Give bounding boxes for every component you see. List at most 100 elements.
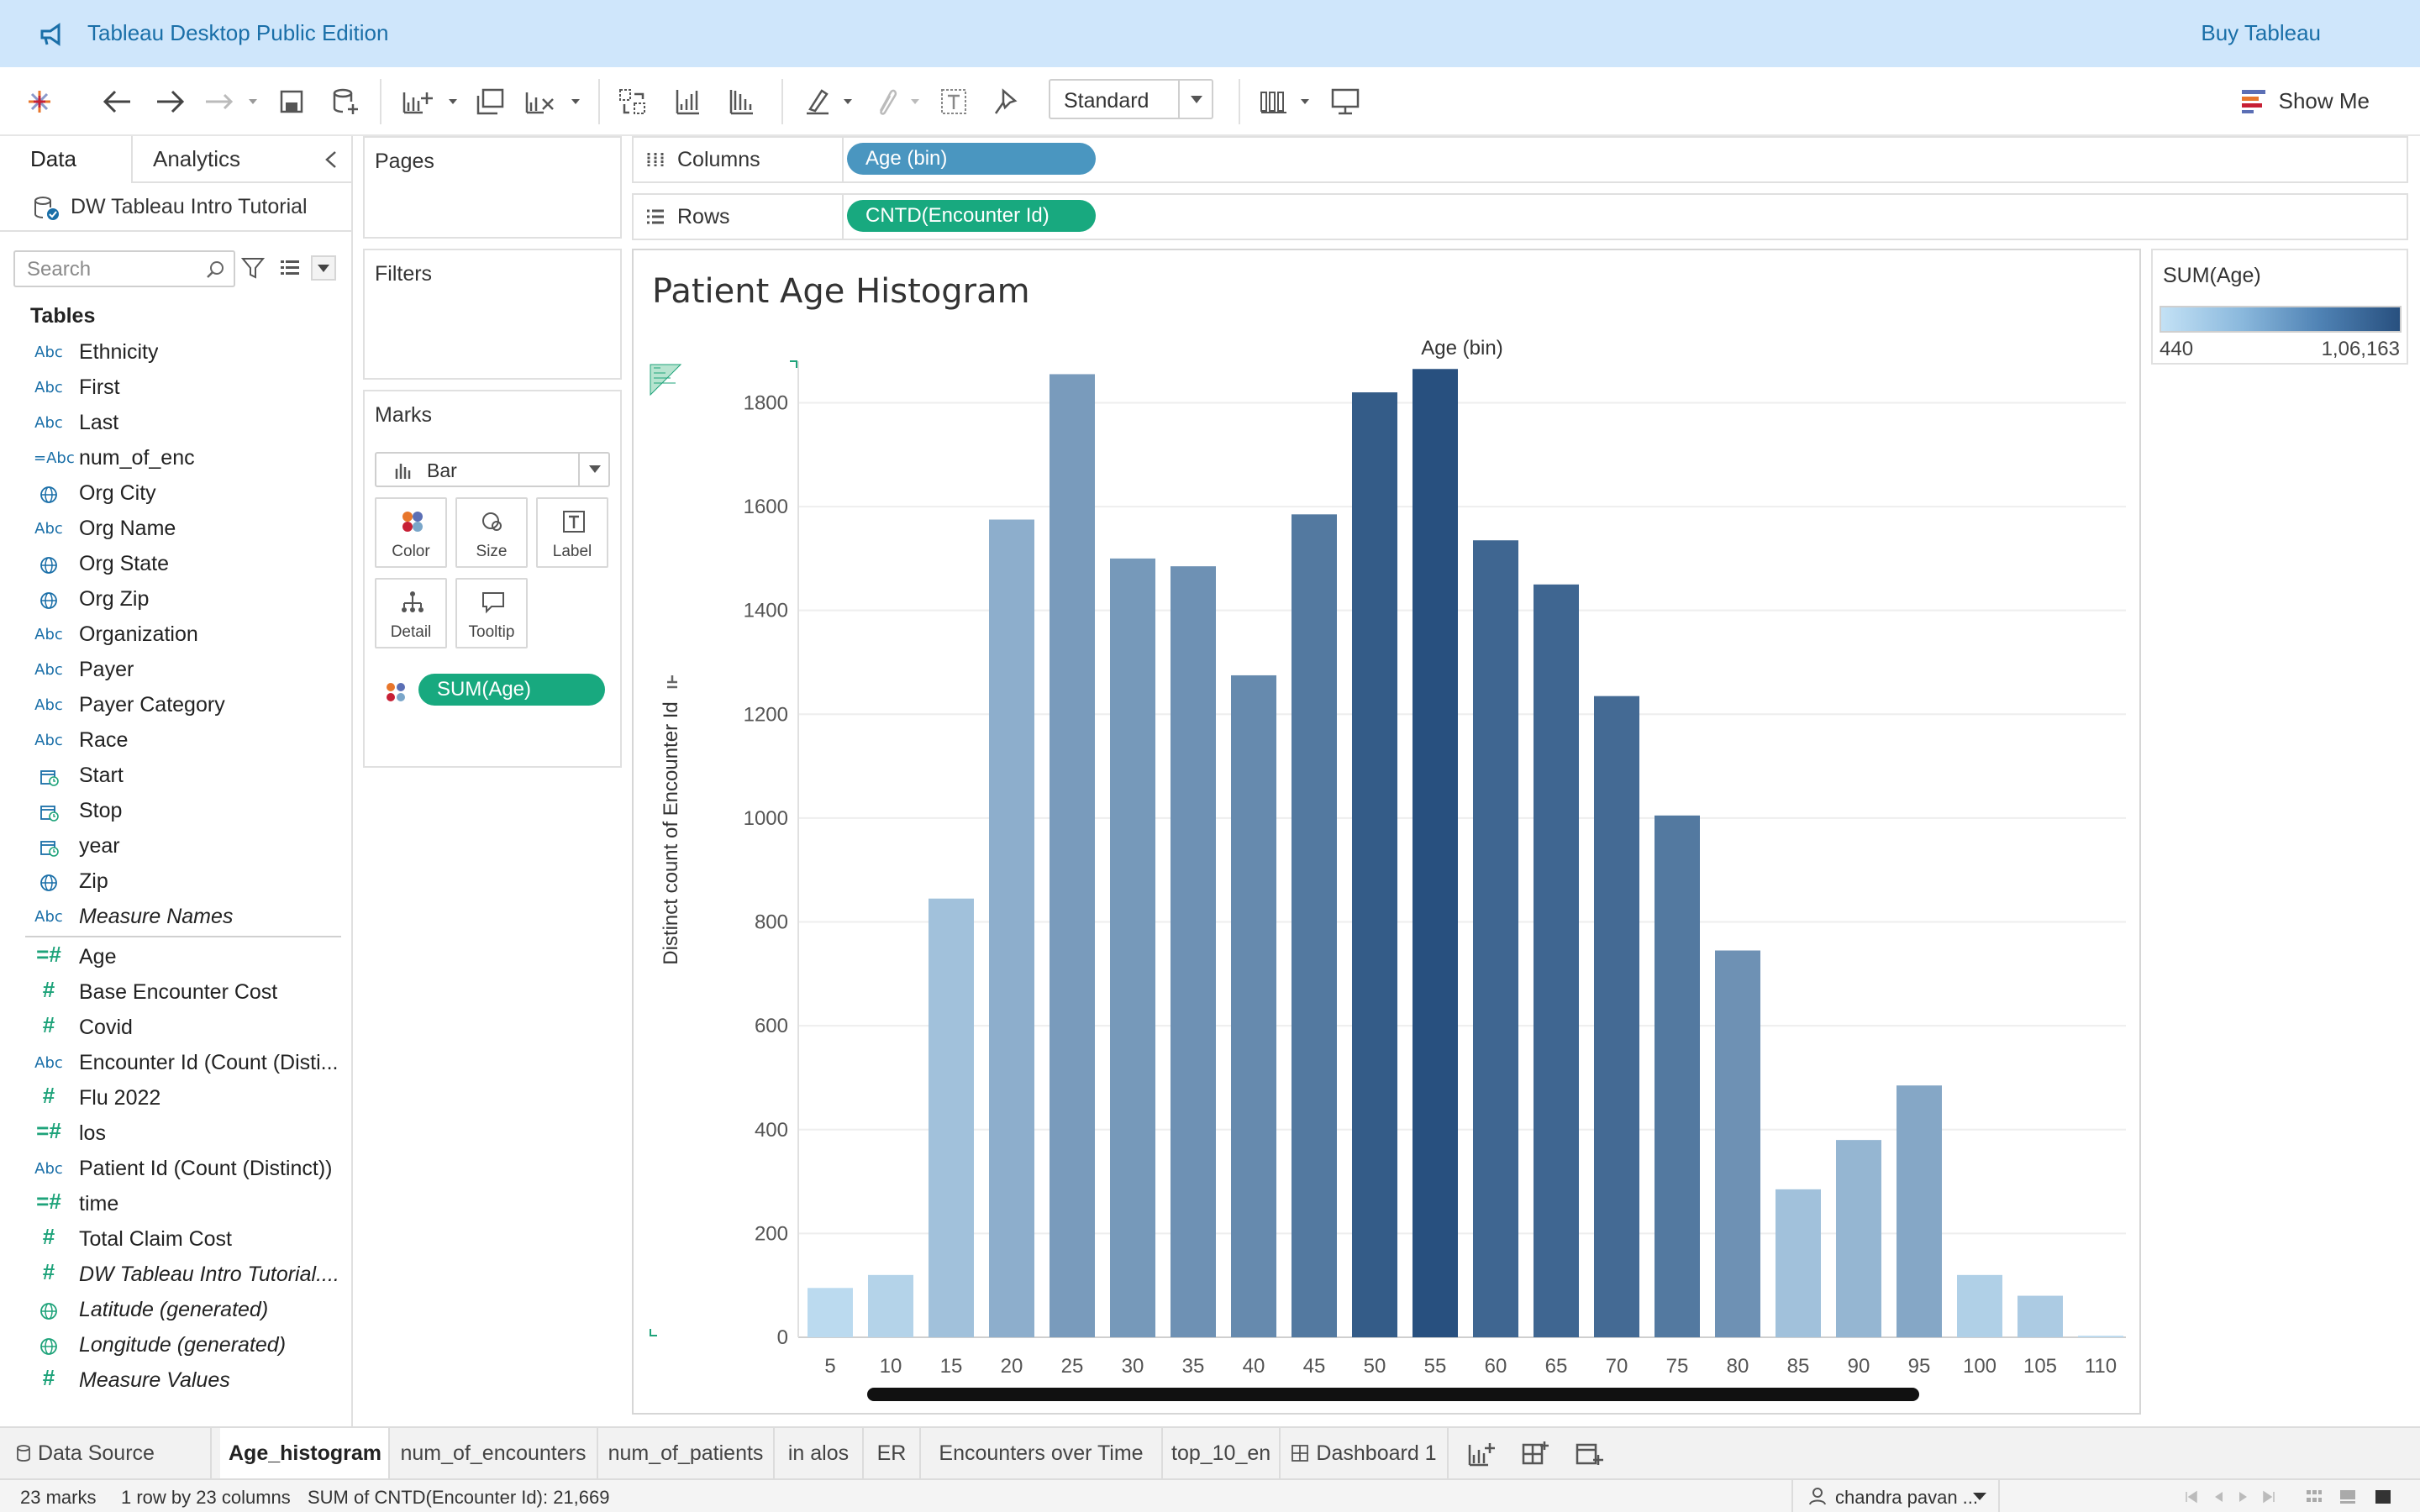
field-item[interactable]: =# Age xyxy=(0,939,351,974)
back-icon[interactable] xyxy=(97,82,136,121)
field-item[interactable]: Abc Measure Names xyxy=(0,899,351,934)
chevron-down-icon[interactable] xyxy=(1178,81,1212,118)
collapse-pane-icon[interactable] xyxy=(323,150,339,170)
show-mark-labels-icon[interactable] xyxy=(934,82,973,121)
histogram-bar[interactable] xyxy=(1715,950,1760,1337)
field-item[interactable]: Start xyxy=(0,758,351,793)
cntd-encounter-pill[interactable]: CNTD(Encounter Id) xyxy=(847,200,1096,232)
tableau-logo-icon[interactable] xyxy=(20,82,59,121)
field-item[interactable]: # Total Claim Cost xyxy=(0,1221,351,1257)
filters-shelf[interactable]: Filters xyxy=(363,249,622,380)
forward-icon[interactable] xyxy=(151,82,190,121)
new-dashboard-icon[interactable] xyxy=(1521,1440,1549,1468)
size-button[interactable]: Size xyxy=(455,497,528,568)
histogram-bar[interactable] xyxy=(1534,584,1579,1337)
histogram-bar[interactable] xyxy=(1655,815,1700,1337)
previous-sheet-icon[interactable] xyxy=(2210,1488,2227,1505)
field-item[interactable]: Abc Organization xyxy=(0,617,351,652)
chevron-down-icon[interactable] xyxy=(842,96,854,108)
sort-ascending-icon[interactable] xyxy=(669,82,708,121)
color-button[interactable]: Color xyxy=(375,497,447,568)
mark-type-select[interactable]: Bar xyxy=(375,452,610,487)
field-item[interactable]: Latitude (generated) xyxy=(0,1292,351,1327)
field-item[interactable]: year xyxy=(0,828,351,864)
show-filmstrip-icon[interactable] xyxy=(2339,1488,2356,1505)
group-members-icon[interactable] xyxy=(865,82,904,121)
tab-data[interactable]: Data xyxy=(30,146,76,172)
sheet-tab[interactable]: num_of_encounters xyxy=(390,1428,598,1478)
fit-select[interactable]: Standard xyxy=(1049,79,1213,119)
field-item[interactable]: # Flu 2022 xyxy=(0,1080,351,1116)
sheet-tab[interactable]: ER xyxy=(864,1428,921,1478)
search-input[interactable] xyxy=(27,257,195,282)
field-item[interactable]: =Abc num_of_enc xyxy=(0,440,351,475)
show-tabs-icon[interactable] xyxy=(2375,1488,2391,1505)
field-item[interactable]: =# time xyxy=(0,1186,351,1221)
histogram-bar[interactable] xyxy=(1776,1189,1821,1337)
histogram-bar[interactable] xyxy=(1473,540,1518,1337)
label-button[interactable]: Label xyxy=(536,497,608,568)
tooltip-button[interactable]: Tooltip xyxy=(455,578,528,648)
field-item[interactable]: Abc Org Name xyxy=(0,511,351,546)
field-item[interactable]: # Covid xyxy=(0,1010,351,1045)
search-field[interactable] xyxy=(13,250,235,287)
field-item[interactable]: Zip xyxy=(0,864,351,899)
horizontal-scrollbar[interactable] xyxy=(867,1388,1919,1401)
highlight-icon[interactable] xyxy=(798,82,837,121)
field-item[interactable]: Abc Last xyxy=(0,405,351,440)
redo-data-icon[interactable] xyxy=(202,82,240,121)
field-item[interactable]: # DW Tableau Intro Tutorial.... xyxy=(0,1257,351,1292)
histogram-bar[interactable] xyxy=(1957,1274,2002,1337)
field-item[interactable]: Org City xyxy=(0,475,351,511)
color-legend[interactable]: SUM(Age) 440 1,06,163 xyxy=(2151,249,2408,365)
field-sort-dropdown[interactable] xyxy=(311,255,336,281)
show-sheet-sorter-icon[interactable] xyxy=(2306,1488,2323,1505)
field-item[interactable]: Abc Patient Id (Count (Distinct)) xyxy=(0,1151,351,1186)
histogram-bar[interactable] xyxy=(2078,1336,2123,1337)
first-sheet-icon[interactable] xyxy=(2183,1488,2200,1505)
histogram-bar[interactable] xyxy=(1836,1140,1881,1337)
save-icon[interactable] xyxy=(272,82,311,121)
field-item[interactable]: Org State xyxy=(0,546,351,581)
new-story-icon[interactable] xyxy=(1575,1440,1603,1468)
histogram-bar[interactable] xyxy=(868,1274,913,1337)
sheet-tab[interactable]: in alos xyxy=(775,1428,864,1478)
chevron-down-icon[interactable] xyxy=(1299,96,1311,108)
field-item[interactable]: # Measure Values xyxy=(0,1362,351,1398)
duplicate-sheet-icon[interactable] xyxy=(471,82,509,121)
detail-button[interactable]: Detail xyxy=(375,578,447,648)
sheet-tab[interactable]: num_of_patients xyxy=(598,1428,775,1478)
field-item[interactable]: Org Zip xyxy=(0,581,351,617)
sheet-tab[interactable]: top_10_en xyxy=(1163,1428,1281,1478)
sheet-tab[interactable]: Encounters over Time xyxy=(921,1428,1163,1478)
histogram-bar[interactable] xyxy=(1413,369,1458,1338)
new-worksheet-icon[interactable] xyxy=(398,82,437,121)
histogram-bar[interactable] xyxy=(1110,558,1155,1337)
field-item[interactable]: Abc Payer Category xyxy=(0,687,351,722)
histogram-bar[interactable] xyxy=(1594,696,1639,1337)
presentation-mode-icon[interactable] xyxy=(1257,82,1296,121)
sum-age-pill[interactable]: SUM(Age) xyxy=(418,674,605,706)
histogram-bar[interactable] xyxy=(1231,675,1276,1337)
chevron-down-icon[interactable] xyxy=(570,96,581,108)
sheet-tab[interactable]: Dashboard 1 xyxy=(1281,1428,1449,1478)
chevron-down-icon[interactable] xyxy=(447,96,459,108)
swap-rows-columns-icon[interactable] xyxy=(613,82,652,121)
chevron-down-icon[interactable] xyxy=(578,454,608,486)
show-me-button[interactable]: Show Me xyxy=(2240,84,2370,118)
chevron-down-icon[interactable] xyxy=(247,96,259,108)
histogram-bar[interactable] xyxy=(929,898,974,1337)
field-item[interactable]: Abc Encounter Id (Count (Disti... xyxy=(0,1045,351,1080)
new-datasource-icon[interactable] xyxy=(326,82,365,121)
histogram-bar[interactable] xyxy=(1292,514,1337,1337)
pin-icon[interactable] xyxy=(986,82,1025,121)
field-item[interactable]: =# los xyxy=(0,1116,351,1151)
last-sheet-icon[interactable] xyxy=(2260,1488,2277,1505)
histogram-bar[interactable] xyxy=(1171,566,1216,1337)
histogram-bar[interactable] xyxy=(2018,1295,2063,1337)
filter-icon[interactable] xyxy=(240,255,266,281)
new-worksheet-icon[interactable] xyxy=(1467,1440,1496,1468)
field-item[interactable]: Abc Race xyxy=(0,722,351,758)
tab-analytics[interactable]: Analytics xyxy=(153,146,240,172)
tab-data-source[interactable]: Data Source xyxy=(0,1428,212,1478)
